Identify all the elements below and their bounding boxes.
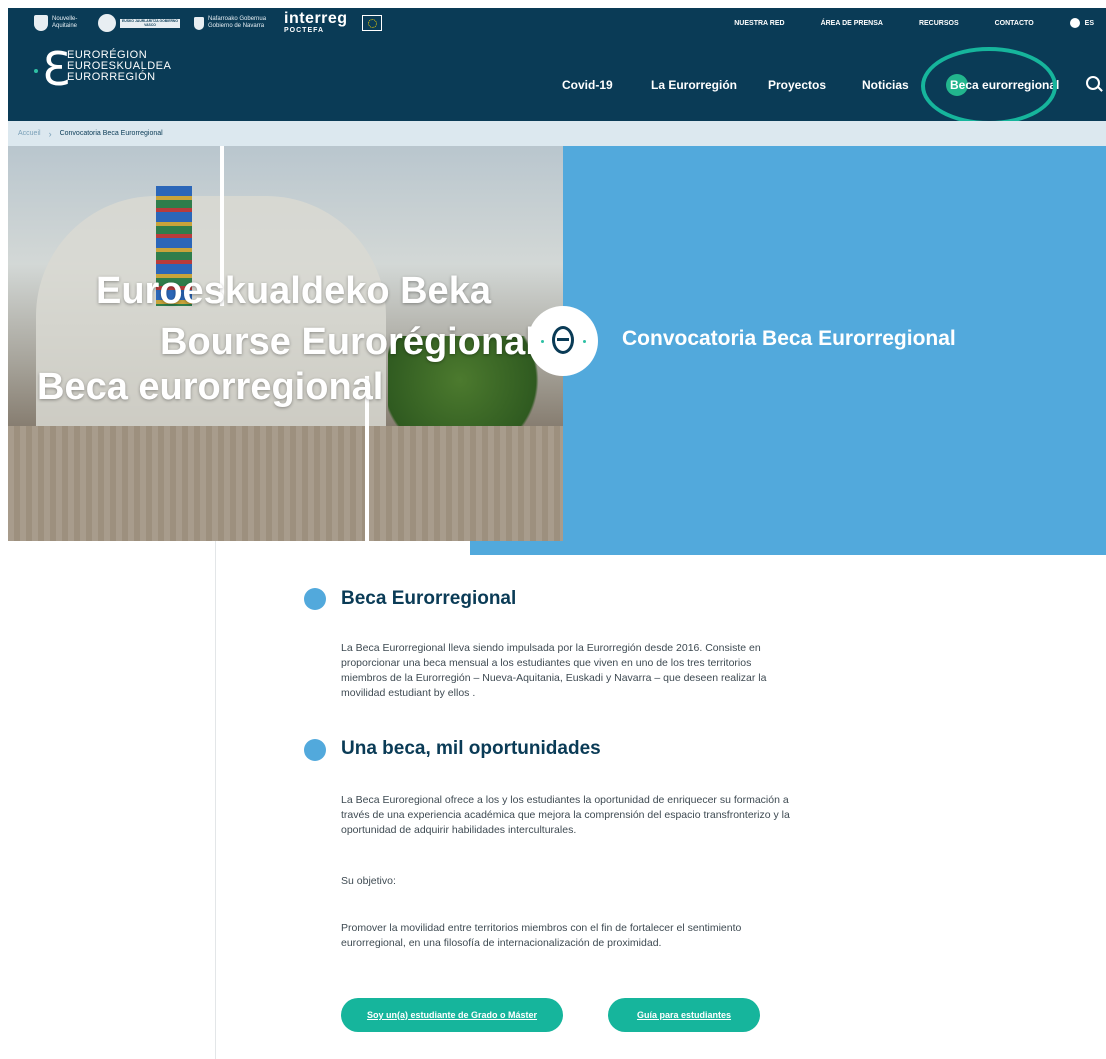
shield-icon xyxy=(34,15,48,31)
top-link-recursos[interactable]: RECURSOS xyxy=(919,20,959,27)
top-link-contacto[interactable]: CONTACTO xyxy=(995,20,1034,27)
emblem-mark xyxy=(552,326,574,354)
top-link-nuestra-red[interactable]: NUESTRA RED xyxy=(734,20,784,27)
navarra-label: Nafarroako Gobernua Gobierno de Navarra xyxy=(208,16,267,29)
top-link-area-prensa[interactable]: ÁREA DE PRENSA xyxy=(821,20,883,27)
objective-label: Su objetivo: xyxy=(341,875,396,887)
shield-icon xyxy=(194,16,204,30)
interreg-logo[interactable]: interreg POCTEFA xyxy=(284,9,348,35)
nav-covid[interactable]: Covid-19 xyxy=(562,78,613,92)
section-title-beca: Beca Eurorregional xyxy=(341,588,517,609)
aquitaine-label: Nouvelle-Aquitaine xyxy=(52,16,78,29)
emblem-dot-left xyxy=(541,340,544,343)
section-text-beca: La Beca Eurorregional lleva siendo impul… xyxy=(341,642,767,699)
utility-nav: NUESTRA RED ÁREA DE PRENSA RECURSOS CONT… xyxy=(698,8,1106,38)
euroregion-emblem-icon xyxy=(528,306,598,376)
language-selector[interactable]: ES xyxy=(1069,18,1094,28)
hero-blue-extension xyxy=(470,541,563,555)
navarra-government-logo[interactable]: Nafarroako Gobernua Gobierno de Navarra xyxy=(194,16,270,30)
section-text-oportunidades: La Beca Euroregional ofrece a los y los … xyxy=(341,794,790,836)
aquitaine-logo[interactable]: Nouvelle-Aquitaine xyxy=(34,15,84,31)
eu-flag-icon xyxy=(361,15,382,31)
hero-line-french: Bourse Eurorégionale xyxy=(160,321,557,363)
objective-text: Promover la movilidad entre territorios … xyxy=(341,922,742,949)
hero-line-basque: Euroeskualdeko Beka xyxy=(96,270,491,312)
globe-icon xyxy=(1069,18,1080,28)
highlight-ring xyxy=(921,47,1057,125)
section-bullet-icon xyxy=(304,739,326,761)
brand-line-3: EURORREGIÓN xyxy=(67,71,156,83)
search-icon[interactable] xyxy=(1086,76,1100,90)
hero-title: Convocatoria Beca Eurorregional xyxy=(622,327,956,350)
hero-line-spanish: Beca eurorregional xyxy=(37,366,384,408)
interreg-label: interreg xyxy=(284,9,348,27)
student-guide-button[interactable]: Guía para estudiantes xyxy=(608,998,760,1032)
content-divider xyxy=(215,541,216,1059)
emblem-dot-right xyxy=(583,340,586,343)
nav-noticias[interactable]: Noticias xyxy=(862,78,909,92)
section-bullet-icon xyxy=(304,588,326,610)
poctefa-label: POCTEFA xyxy=(284,26,325,34)
breadcrumb-home[interactable]: Accueil xyxy=(18,130,41,137)
basque-government-logo[interactable]: EUSKO JAURLARITZA GOBIERNO VASCO xyxy=(98,14,180,32)
pavement xyxy=(8,426,563,541)
section-title-oportunidades: Una beca, mil oportunidades xyxy=(341,738,601,759)
partner-logos: Nouvelle-Aquitaine EUSKO JAURLARITZA GOB… xyxy=(34,9,382,35)
nav-euroregion[interactable]: La Eurorregión xyxy=(651,78,737,92)
logo-wordmark: EURORÉGION EUROESKUALDEA EURORREGIÓN xyxy=(67,50,171,83)
chevron-right-icon: › xyxy=(48,128,52,139)
emblem-icon xyxy=(98,14,116,32)
language-label: ES xyxy=(1084,19,1094,27)
basque-label: EUSKO JAURLARITZA GOBIERNO VASCO xyxy=(120,18,180,28)
breadcrumb: Accueil › Convocatoria Beca Eurorregiona… xyxy=(8,121,1106,146)
student-button[interactable]: Soy un(a) estudiante de Grado o Máster xyxy=(341,998,563,1032)
nav-proyectos[interactable]: Proyectos xyxy=(768,78,826,92)
euroregion-logo[interactable]: Ɛ EURORÉGION EUROESKUALDEA EURORREGIÓN xyxy=(34,44,184,98)
breadcrumb-current: Convocatoria Beca Eurorregional xyxy=(59,130,163,137)
logo-dot xyxy=(34,69,38,73)
